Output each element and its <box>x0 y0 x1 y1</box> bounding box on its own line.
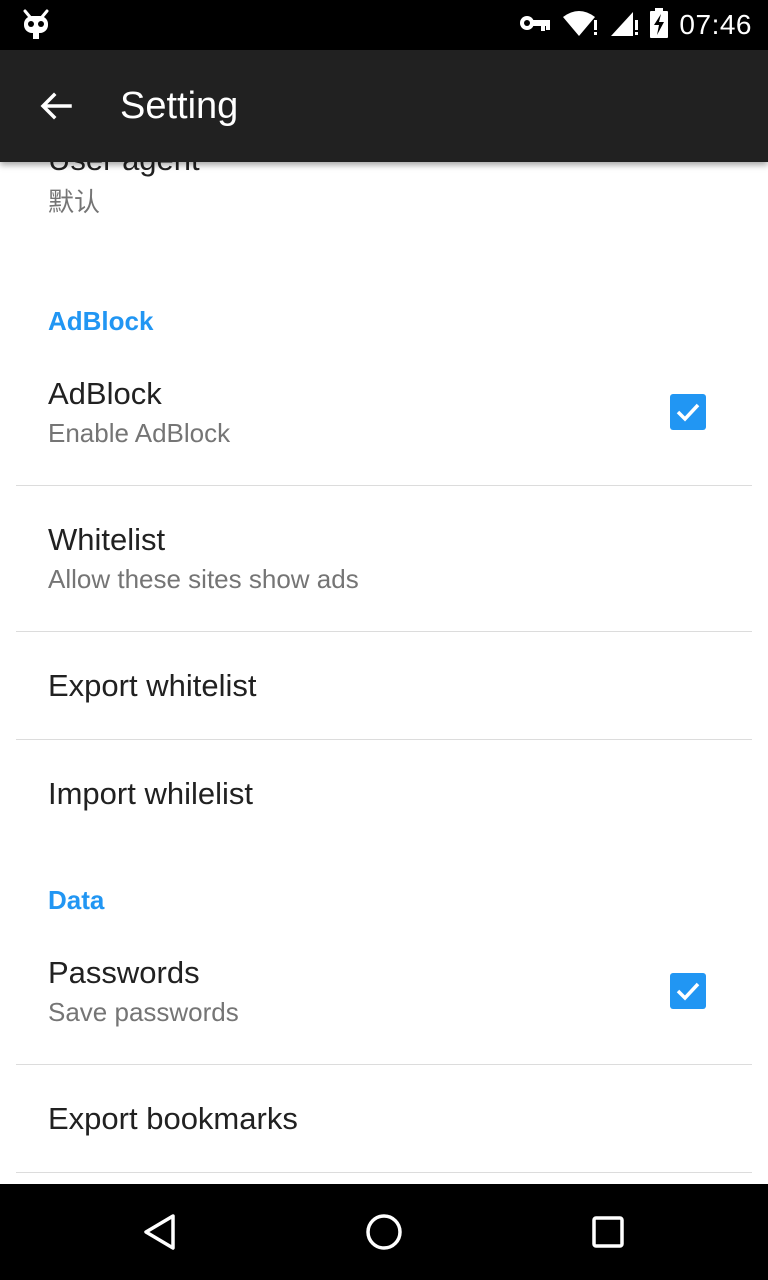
cyanogen-mascot-icon <box>22 9 50 41</box>
clock-time: 07:46 <box>679 9 752 40</box>
pref-import-whitelist[interactable]: Import whilelist <box>16 740 752 847</box>
pref-summary: 默认 <box>48 187 101 217</box>
checkmark-icon <box>676 403 700 422</box>
home-circle-icon <box>366 1214 402 1250</box>
nav-home-button[interactable] <box>352 1200 416 1264</box>
pref-whitelist[interactable]: Whitelist Allow these sites show ads <box>16 506 752 630</box>
pref-title: AdBlock <box>48 376 162 411</box>
divider <box>16 1172 752 1173</box>
pref-user-agent[interactable]: User agent 默认 <box>16 162 752 252</box>
back-button[interactable] <box>24 74 88 138</box>
key-icon <box>519 13 551 38</box>
section-header-data: Data <box>48 885 105 915</box>
navigation-bar <box>0 1184 768 1280</box>
app-toolbar: Setting <box>0 50 768 162</box>
pref-title: Export whitelist <box>48 668 257 703</box>
settings-list[interactable]: User agent 默认 AdBlock AdBlock Enable AdB… <box>0 162 768 1184</box>
pref-title: Import whilelist <box>48 776 253 811</box>
signal-alert-icon <box>609 9 639 42</box>
pref-title: Whitelist <box>48 522 166 557</box>
pref-passwords[interactable]: Passwords Save passwords <box>16 939 752 1063</box>
pref-adblock[interactable]: AdBlock Enable AdBlock <box>16 360 752 484</box>
arrow-back-icon <box>40 92 72 120</box>
status-icons: 07:46 <box>519 0 752 50</box>
pref-summary: Allow these sites show ads <box>48 564 359 594</box>
pref-summary: Save passwords <box>48 997 239 1027</box>
pref-export-bookmarks[interactable]: Export bookmarks <box>16 1065 752 1172</box>
status-bar: 07:46 <box>0 0 768 50</box>
page-title: Setting <box>120 85 239 127</box>
adblock-checkbox[interactable] <box>670 394 706 430</box>
pref-summary: Enable AdBlock <box>48 418 231 448</box>
pref-title: Passwords <box>48 955 200 990</box>
battery-charging-icon <box>649 7 669 43</box>
wifi-alert-icon <box>561 9 599 42</box>
checkmark-icon <box>676 982 700 1001</box>
pref-export-whitelist[interactable]: Export whitelist <box>16 632 752 739</box>
nav-back-button[interactable] <box>128 1200 192 1264</box>
nav-recents-button[interactable] <box>576 1200 640 1264</box>
pref-title: Export bookmarks <box>48 1101 298 1136</box>
divider <box>16 485 752 486</box>
pref-title: User agent <box>48 162 200 178</box>
back-triangle-icon <box>144 1214 175 1250</box>
passwords-checkbox[interactable] <box>670 973 706 1009</box>
recents-square-icon <box>592 1216 624 1248</box>
section-header-adblock: AdBlock <box>48 306 154 336</box>
